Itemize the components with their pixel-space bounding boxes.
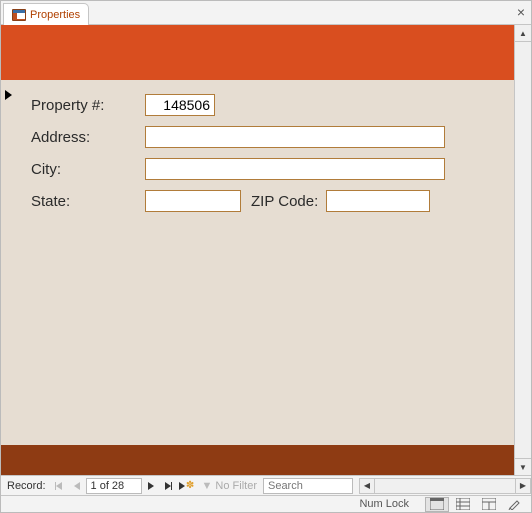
- label-property-num: Property #:: [31, 97, 145, 114]
- design-view-button[interactable]: [503, 497, 527, 512]
- label-address: Address:: [31, 129, 145, 146]
- form-icon: [12, 9, 26, 21]
- record-selector[interactable]: [1, 80, 17, 445]
- first-record-button[interactable]: [50, 477, 68, 495]
- form-header-band: [1, 25, 514, 80]
- record-nav-bar: Record: 1 of 28 ✽ ▼ No Filter Search ◀ ▶: [1, 475, 531, 495]
- form-footer-band: [1, 445, 514, 475]
- filter-indicator[interactable]: ▼ No Filter: [202, 480, 257, 492]
- property-num-field[interactable]: [145, 94, 215, 116]
- scroll-track[interactable]: [515, 42, 531, 458]
- datasheet-view-icon: [456, 498, 470, 510]
- layout-view-icon: [482, 498, 496, 510]
- scroll-up-button[interactable]: ▲: [515, 25, 531, 42]
- scroll-down-button[interactable]: ▼: [515, 458, 531, 475]
- filter-label: No Filter: [215, 480, 257, 492]
- datasheet-view-button[interactable]: [451, 497, 475, 512]
- funnel-icon: ▼: [202, 480, 213, 492]
- form-view-button[interactable]: [425, 497, 449, 512]
- zip-field[interactable]: [326, 190, 430, 212]
- record-label: Record:: [1, 480, 50, 492]
- current-record-icon: [5, 90, 12, 100]
- label-state: State:: [31, 193, 145, 210]
- city-field[interactable]: [145, 158, 445, 180]
- prev-record-button[interactable]: [68, 477, 86, 495]
- horizontal-scrollbar[interactable]: ◀ ▶: [359, 478, 531, 494]
- vertical-scrollbar[interactable]: ▲ ▼: [514, 25, 531, 475]
- label-city: City:: [31, 161, 145, 178]
- form-panel: Property #: Address: City: State: ZIP Co…: [1, 25, 531, 475]
- design-view-icon: [508, 498, 522, 510]
- label-zip: ZIP Code:: [251, 193, 318, 210]
- layout-view-button[interactable]: [477, 497, 501, 512]
- tab-bar: Properties ×: [1, 1, 531, 25]
- search-input[interactable]: Search: [263, 478, 353, 494]
- numlock-indicator: Num Lock: [359, 498, 409, 510]
- status-bar: Num Lock: [1, 495, 531, 512]
- hscroll-track[interactable]: [375, 478, 515, 494]
- record-position[interactable]: 1 of 28: [86, 478, 142, 494]
- last-record-button[interactable]: [160, 477, 178, 495]
- tab-properties[interactable]: Properties: [3, 3, 89, 25]
- form-view-icon: [430, 498, 444, 510]
- tab-title: Properties: [30, 9, 80, 21]
- scroll-left-button[interactable]: ◀: [359, 478, 375, 494]
- state-field[interactable]: [145, 190, 241, 212]
- form-inner: Property #: Address: City: State: ZIP Co…: [1, 25, 514, 475]
- scroll-right-button[interactable]: ▶: [515, 478, 531, 494]
- new-record-button[interactable]: ✽: [178, 477, 196, 495]
- close-icon[interactable]: ×: [517, 4, 525, 20]
- next-record-button[interactable]: [142, 477, 160, 495]
- address-field[interactable]: [145, 126, 445, 148]
- form-body: Property #: Address: City: State: ZIP Co…: [17, 80, 514, 445]
